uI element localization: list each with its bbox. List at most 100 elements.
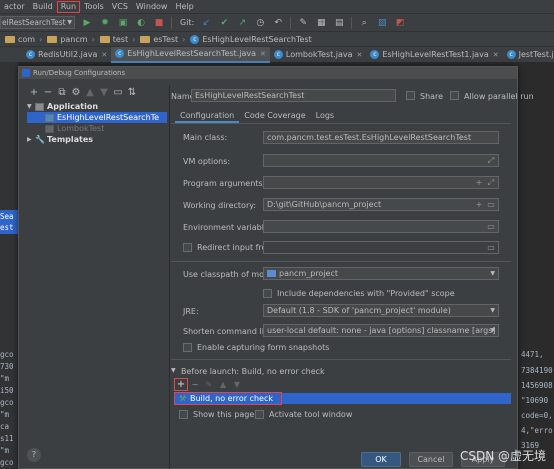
menu-window[interactable]: Window xyxy=(132,2,172,11)
console-line: 7384190 xyxy=(521,366,553,375)
close-icon[interactable]: ✕ xyxy=(357,51,363,59)
module-icon xyxy=(267,270,276,277)
remove-icon[interactable]: − xyxy=(41,87,55,98)
share-checkbox[interactable] xyxy=(406,91,415,100)
folder-icon xyxy=(47,35,58,43)
add-icon[interactable]: + xyxy=(27,87,41,98)
classpath-select[interactable]: pancm_project ▼ xyxy=(263,267,499,280)
redirect-input-field[interactable] xyxy=(263,241,499,254)
menu-run[interactable]: Run xyxy=(56,0,81,13)
run-config-selector[interactable]: elRestSearchTest ▼ xyxy=(0,16,75,29)
ok-button[interactable]: OK xyxy=(361,452,401,467)
expand-icon[interactable]: ▼ xyxy=(27,103,35,110)
class-icon: c xyxy=(115,49,125,58)
add-macro-icon[interactable]: + xyxy=(473,177,485,189)
plugin-icon[interactable]: ◩ xyxy=(394,17,406,29)
expand-icon[interactable]: ⤢ xyxy=(485,155,497,167)
menu-help[interactable]: Help xyxy=(171,2,197,11)
console-line: 1456908 xyxy=(521,381,553,390)
settings-icon[interactable]: ⚙ xyxy=(69,87,83,98)
allow-parallel-checkbox[interactable] xyxy=(450,91,459,100)
breadcrumb-item[interactable]: c EsHighLevelRestSearchTest xyxy=(190,34,312,44)
expand-icon[interactable]: ▶ xyxy=(27,136,35,143)
git-push-icon[interactable]: ↗ xyxy=(236,17,248,29)
tab-configuration[interactable]: Configuration xyxy=(175,109,240,123)
vm-options-input[interactable] xyxy=(263,154,499,167)
breadcrumb-item[interactable]: pancm › xyxy=(47,35,95,44)
help-icon[interactable]: ? xyxy=(27,448,41,462)
breadcrumb-item[interactable]: com › xyxy=(5,35,42,44)
move-up-icon[interactable]: ▲ xyxy=(217,379,229,391)
console-line: gco xyxy=(0,398,14,407)
editor-tab[interactable]: c RedisUtil2.java ✕ xyxy=(22,47,111,63)
folder-icon xyxy=(99,35,110,43)
jre-select[interactable]: Default (1.8 - SDK of 'pancm_project' mo… xyxy=(263,304,499,317)
editor-tab[interactable]: c LombokTest.java ✕ xyxy=(270,47,367,63)
program-args-label: Program arguments: xyxy=(183,179,266,188)
show-page-checkbox[interactable] xyxy=(179,410,188,419)
tree-node-templates[interactable]: ▶ 🔧 Templates xyxy=(27,134,167,145)
tree-item-selected[interactable]: EsHighLevelRestSearchTe xyxy=(27,112,167,123)
shorten-select[interactable]: user-local default: none - java [options… xyxy=(263,324,499,337)
add-icon[interactable]: + xyxy=(175,379,187,391)
sort-icon[interactable]: ⇅ xyxy=(125,87,139,98)
rollback-icon[interactable]: ↶ xyxy=(272,17,284,29)
collapse-icon[interactable]: ▼ xyxy=(171,367,176,374)
browse-folder-icon[interactable]: ▭ xyxy=(485,199,497,211)
browse-folder-icon[interactable]: ▭ xyxy=(485,221,497,233)
remove-icon[interactable]: − xyxy=(189,379,201,391)
expand-icon[interactable]: ⤢ xyxy=(485,177,497,189)
env-vars-label: Environment variables: xyxy=(183,223,276,232)
env-vars-input[interactable] xyxy=(263,220,499,233)
close-icon[interactable]: ✕ xyxy=(260,50,266,58)
main-class-input[interactable]: com.pancm.test.esTest.EsHighLevelRestSea… xyxy=(263,131,499,144)
search-icon[interactable]: ⌕ xyxy=(358,17,370,29)
menu-build[interactable]: Build xyxy=(29,2,57,11)
close-icon[interactable]: ✕ xyxy=(101,51,107,59)
stop-icon[interactable]: ■ xyxy=(153,17,165,29)
tasks-icon[interactable]: ▨ xyxy=(376,17,388,29)
move-up-icon[interactable]: ▲ xyxy=(83,87,97,98)
browse-folder-icon[interactable]: ▭ xyxy=(485,242,497,254)
name-input[interactable]: EsHighLevelRestSearchTest xyxy=(191,89,396,102)
editor-tab[interactable]: c EsHighLevelRestTest1.java ✕ xyxy=(366,47,502,63)
edit-icon[interactable]: ✎ xyxy=(203,379,215,391)
move-down-icon[interactable]: ▼ xyxy=(97,87,111,98)
history-icon[interactable]: ◷ xyxy=(254,17,266,29)
program-args-input[interactable] xyxy=(263,176,499,189)
menu-vcs[interactable]: VCS xyxy=(108,2,132,11)
pane-divider[interactable] xyxy=(169,85,170,469)
run-icon[interactable]: ▶ xyxy=(81,17,93,29)
activate-tool-checkbox[interactable] xyxy=(255,410,264,419)
breadcrumb-item[interactable]: test › xyxy=(99,35,135,44)
add-macro-icon[interactable]: + xyxy=(473,199,485,211)
move-down-icon[interactable]: ▼ xyxy=(231,379,243,391)
sdk-icon[interactable]: ▤ xyxy=(333,17,345,29)
chevron-down-icon: ▼ xyxy=(490,270,495,277)
git-commit-icon[interactable]: ✔ xyxy=(218,17,230,29)
menu-refactor[interactable]: actor xyxy=(0,2,29,11)
redirect-input-checkbox[interactable] xyxy=(183,243,192,252)
working-dir-input[interactable]: D:\git\GitHub\pancm_project xyxy=(263,198,499,211)
coverage-icon[interactable]: ▣ xyxy=(117,17,129,29)
git-update-icon[interactable]: ↙ xyxy=(200,17,212,29)
editor-tab[interactable]: cJestTest.java✕ xyxy=(503,47,554,63)
console-line: s11 xyxy=(0,434,14,443)
tree-node-application[interactable]: ▼ Application xyxy=(27,101,167,112)
wrench-icon[interactable]: ✎ xyxy=(297,17,309,29)
tab-code-coverage[interactable]: Code Coverage xyxy=(239,109,310,123)
tree-item[interactable]: LombokTest xyxy=(27,123,167,134)
structure-icon[interactable]: ▦ xyxy=(315,17,327,29)
folder-icon[interactable]: ▭ xyxy=(111,87,125,98)
profile-icon[interactable]: ◐ xyxy=(135,17,147,29)
include-deps-checkbox[interactable] xyxy=(263,289,272,298)
breadcrumb-item[interactable]: esTest › xyxy=(140,35,185,44)
copy-icon[interactable]: ⧉ xyxy=(55,87,69,98)
debug-icon[interactable]: ✹ xyxy=(99,17,111,29)
cancel-button[interactable]: Cancel xyxy=(409,452,453,467)
tab-logs[interactable]: Logs xyxy=(311,109,339,123)
editor-tab-active[interactable]: c EsHighLevelRestSearchTest.java ✕ xyxy=(111,46,270,63)
close-icon[interactable]: ✕ xyxy=(493,51,499,59)
snapshots-checkbox[interactable] xyxy=(183,343,192,352)
menu-tools[interactable]: Tools xyxy=(80,2,108,11)
